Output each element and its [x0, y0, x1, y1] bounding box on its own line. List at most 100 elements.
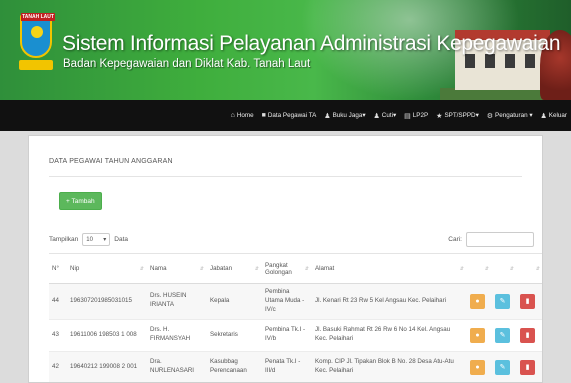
sort-icon: ⇵ — [535, 266, 540, 272]
page-title: DATA PEGAWAI TAHUN ANGGARAN — [49, 158, 173, 165]
cell-pangkat: Pembina Tk.I - IV/b — [262, 319, 312, 352]
nav-keluar[interactable]: ♟ Keluar — [541, 112, 567, 120]
sort-icon: ⇵ — [254, 266, 259, 272]
search-input[interactable] — [466, 232, 534, 247]
cell-jabatan: Sekretaris — [207, 319, 262, 352]
cell-delete: ▮ — [517, 351, 542, 382]
nav-label: Buku Jaga▾ — [332, 112, 366, 119]
main-navbar: ⌂ Home ■ Data Pegawai TA ♟ Buku Jaga▾ ♟ Cuti… — [0, 100, 571, 131]
cell-jabatan: Kepala — [207, 283, 262, 320]
cell-alamat: Jl. Kenari Rt 23 Rw 5 Kel Angsau Kec. Pe… — [312, 283, 467, 320]
title-divider — [49, 176, 522, 177]
nav-menu: ⌂ Home ■ Data Pegawai TA ♟ Buku Jaga▾ ♟ Cuti… — [231, 100, 567, 131]
nav-pengaturan[interactable]: ⚙ Pengaturan ▾ — [487, 112, 533, 120]
content-panel: DATA PEGAWAI TAHUN ANGGARAN + Tambah Tam… — [28, 135, 543, 383]
cell-nama: Drs. HUSEIN IRIANTA — [147, 283, 207, 320]
document-icon: ▤ — [404, 112, 411, 120]
users-icon: ♟ — [324, 112, 331, 120]
logo-tag: TANAH LAUT — [21, 13, 55, 21]
search-control: Cari: — [448, 232, 534, 247]
table-row: 44 196307201985031015 Drs. HUSEIN IRIANT… — [49, 283, 542, 320]
home-icon: ⌂ — [230, 112, 235, 119]
cell-alamat: Komp. CIP Jl. Tipakan Blok B No. 28 Desa… — [312, 351, 467, 382]
column-header-action-1[interactable]: ⇵ — [467, 253, 492, 284]
sort-icon: ⇵ — [459, 266, 464, 272]
sort-icon: ⇵ — [139, 266, 144, 272]
nav-label: Data Pegawai TA — [267, 112, 317, 119]
nav-home[interactable]: ⌂ Home — [231, 112, 254, 119]
gear-icon: ⚙ — [486, 112, 494, 120]
nav-label: SPT/SPPD▾ — [444, 112, 479, 119]
regency-logo: TANAH LAUT — [19, 13, 55, 76]
table-row: 42 19640212 199008 2 001 Dra. NURLENASAR… — [49, 351, 542, 382]
sort-icon: ⇵ — [509, 266, 514, 272]
data-icon: ■ — [261, 112, 266, 119]
search-label: Cari: — [448, 236, 462, 243]
cell-edit: ✎ — [492, 319, 517, 352]
edit-button[interactable]: ✎ — [495, 327, 510, 343]
cell-nip: 19611006 198503 1 008 — [67, 319, 147, 352]
app-title: Sistem Informasi Pelayanan Administrasi … — [62, 32, 561, 55]
page-length-value: 10 — [86, 236, 93, 243]
header-banner: TANAH LAUT Sistem Informasi Pelayanan Ad… — [0, 0, 571, 100]
cell-nama: Dra. NURLENASARI — [147, 351, 207, 382]
column-header-no[interactable]: N° — [49, 253, 67, 284]
view-button[interactable]: ● — [470, 327, 485, 343]
sort-icon: ⇵ — [199, 266, 204, 272]
table-header-row: N° Nip ⇵ Nama ⇵ Jabatan ⇵ Pangkat Golongan ⇵… — [49, 253, 542, 284]
column-header-nip[interactable]: Nip ⇵ — [67, 253, 147, 284]
view-button[interactable]: ● — [470, 293, 485, 309]
cell-nip: 19640212 199008 2 001 — [67, 351, 147, 382]
cell-delete: ▮ — [517, 283, 542, 320]
data-label: Data — [114, 236, 128, 243]
edit-button[interactable]: ✎ — [495, 293, 510, 309]
nav-label: Keluar — [548, 112, 567, 119]
page-length-control: Tampilkan 10 ▾ Data — [49, 233, 128, 246]
column-header-alamat[interactable]: Alamat ⇵ — [312, 253, 467, 284]
logout-icon: ♟ — [540, 112, 547, 120]
nav-label: LP2P — [412, 112, 429, 119]
cell-view: ● — [467, 283, 492, 320]
chevron-down-icon: ▾ — [103, 237, 107, 243]
cell-no: 43 — [49, 319, 67, 352]
logo-shield-icon: TANAH LAUT — [20, 13, 55, 58]
nav-label: Home — [236, 112, 254, 119]
page-length-select[interactable]: 10 ▾ — [82, 233, 111, 246]
table-row: 43 19611006 198503 1 008 Drs. H. FIRMANS… — [49, 319, 542, 352]
view-button[interactable]: ● — [470, 359, 485, 375]
cell-alamat: Jl. Basuki Rahmat Rt 26 Rw 6 No 14 Kel. … — [312, 319, 467, 352]
delete-button[interactable]: ▮ — [520, 293, 535, 309]
nav-buku-jaga[interactable]: ♟ Buku Jaga▾ — [324, 112, 365, 120]
column-header-pangkat[interactable]: Pangkat Golongan ⇵ — [262, 253, 312, 284]
column-header-nama[interactable]: Nama ⇵ — [147, 253, 207, 284]
cell-nama: Drs. H. FIRMANSYAH — [147, 319, 207, 352]
add-button[interactable]: + Tambah — [59, 192, 102, 210]
delete-button[interactable]: ▮ — [520, 359, 535, 375]
nav-label: Pengaturan ▾ — [495, 112, 533, 119]
show-label: Tampilkan — [49, 236, 79, 243]
column-header-action-2[interactable]: ⇵ — [492, 253, 517, 284]
app-subtitle: Badan Kepegawaian dan Diklat Kab. Tanah … — [63, 58, 311, 70]
column-header-action-3[interactable]: ⇵ — [517, 253, 542, 284]
star-icon: ★ — [436, 112, 443, 120]
delete-button[interactable]: ▮ — [520, 327, 535, 343]
cell-edit: ✎ — [492, 283, 517, 320]
nav-cuti[interactable]: ♟ Cuti▾ — [373, 112, 396, 120]
nav-lp2p[interactable]: ▤ LP2P — [404, 112, 428, 120]
nav-spt-sppd[interactable]: ★ SPT/SPPD▾ — [436, 112, 479, 120]
cell-no: 42 — [49, 351, 67, 382]
cell-nip: 196307201985031015 — [67, 283, 147, 320]
cell-delete: ▮ — [517, 319, 542, 352]
cell-pangkat: Penata Tk.I - III/d — [262, 351, 312, 382]
cell-jabatan: Kasubbag Perencanaan — [207, 351, 262, 382]
cell-no: 44 — [49, 283, 67, 320]
nav-label: Cuti▾ — [381, 112, 397, 119]
cell-view: ● — [467, 351, 492, 382]
sort-icon: ⇵ — [484, 266, 489, 272]
employee-table: N° Nip ⇵ Nama ⇵ Jabatan ⇵ Pangkat Golongan ⇵… — [49, 253, 542, 382]
edit-button[interactable]: ✎ — [495, 359, 510, 375]
nav-data-pegawai[interactable]: ■ Data Pegawai TA — [262, 112, 317, 119]
sort-icon: ⇵ — [304, 266, 309, 272]
cell-edit: ✎ — [492, 351, 517, 382]
column-header-jabatan[interactable]: Jabatan ⇵ — [207, 253, 262, 284]
